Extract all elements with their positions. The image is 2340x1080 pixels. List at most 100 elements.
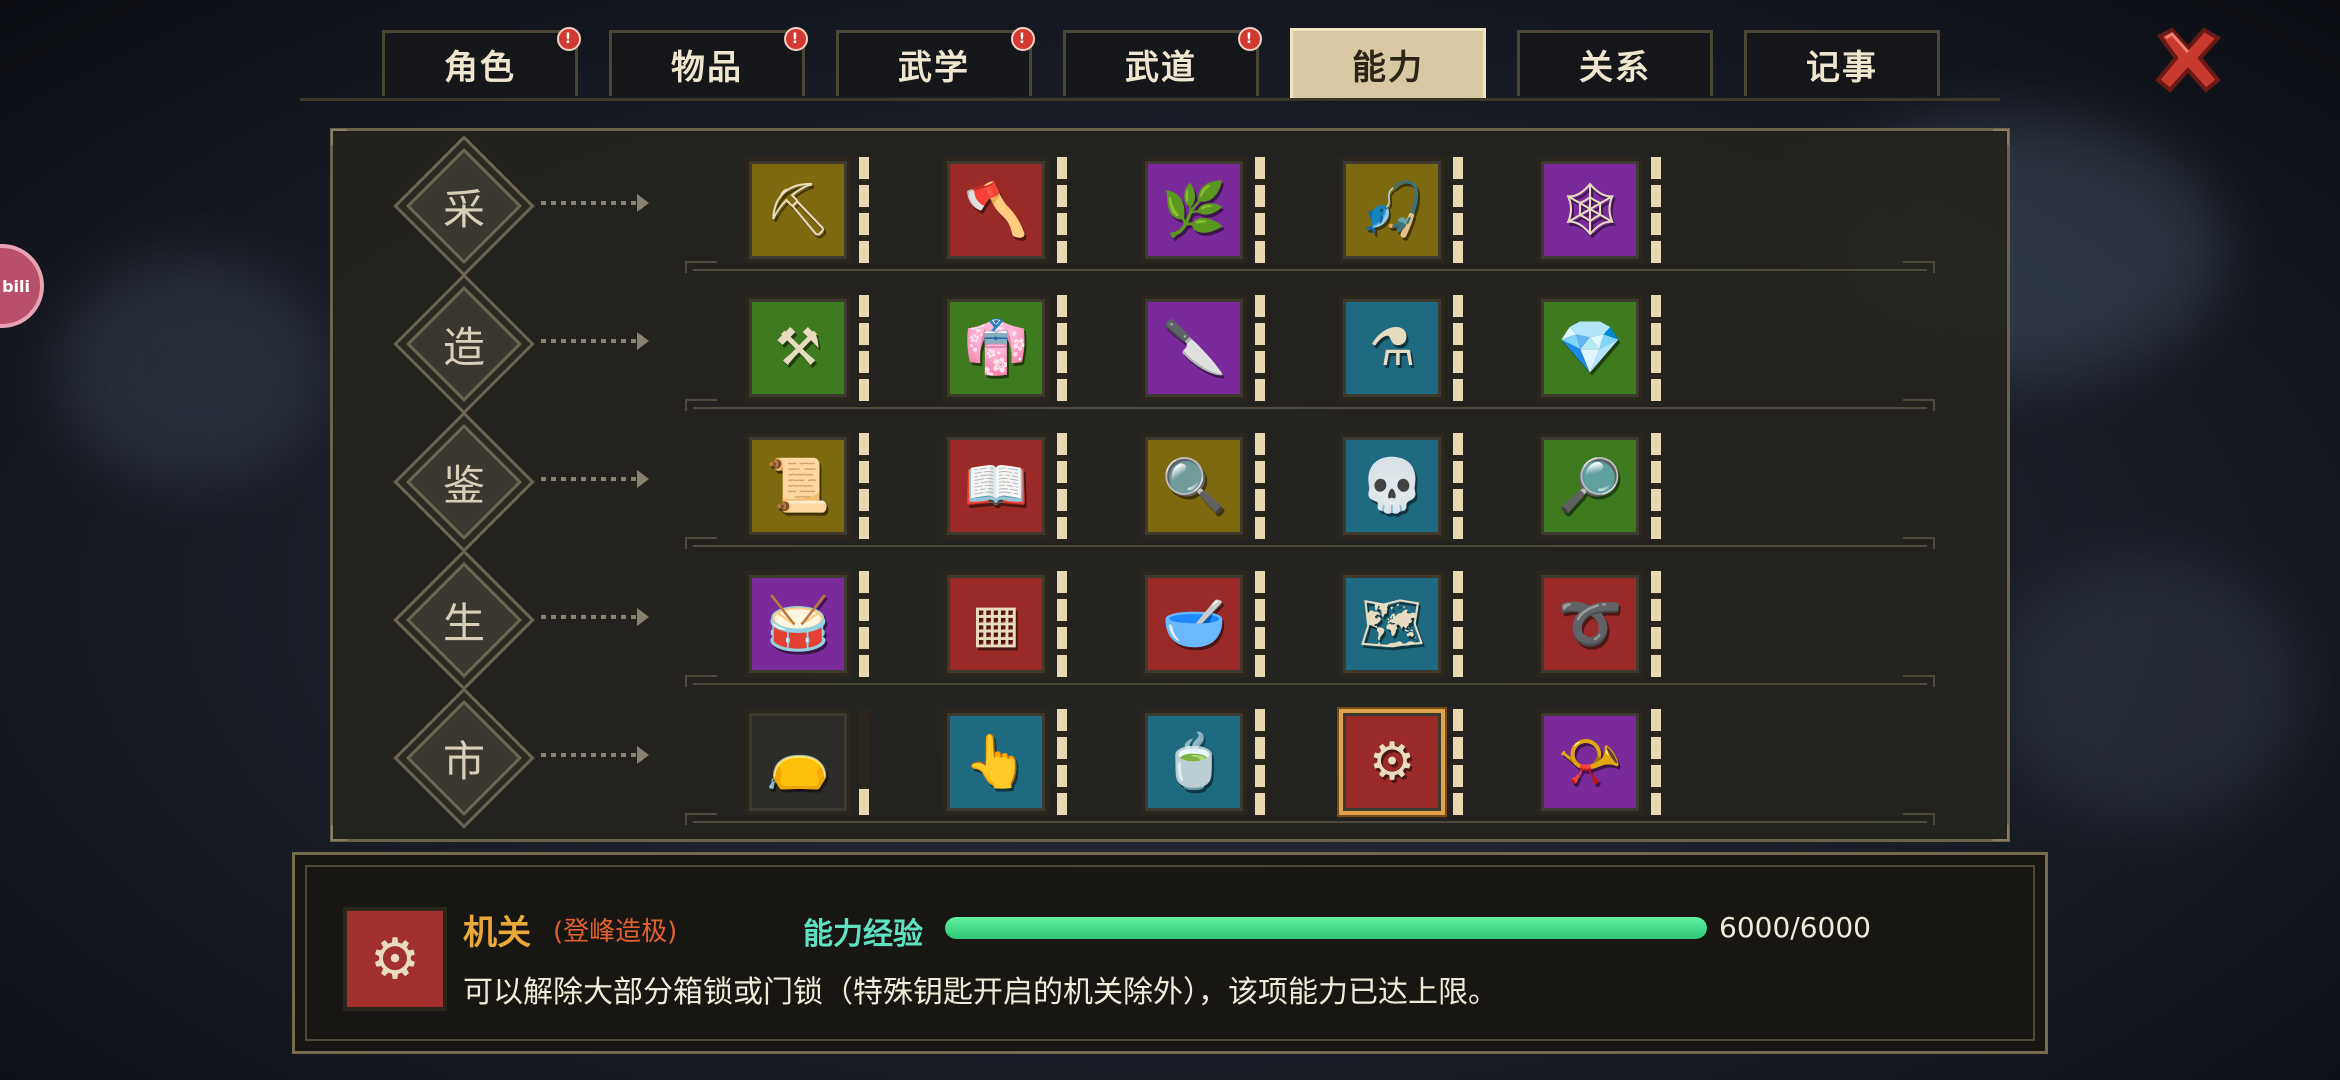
tab-0[interactable]: 角色! (382, 27, 581, 96)
ability-level-bar (1255, 157, 1265, 263)
armor-magnifier-icon: 🔍 (1141, 433, 1247, 539)
ability-slot[interactable]: 👝 (745, 709, 875, 819)
abilities-panel: 采 ⛏ 🪓 🌿 🎣 🕸 造 ⚒ 👘 🔪 ⚗ 💎 鉴 📜 📖 🔍 💀 🔎 生 🥁 ▦ 🥣 🗺 ➰ 市 👝 👆 🍵 ⚙ 📯 (330, 128, 2010, 842)
ability-level-bar (1651, 709, 1661, 815)
ability-slot[interactable]: 🕸 (1537, 157, 1667, 267)
row-line (693, 545, 1927, 547)
row-hook-r (1903, 399, 1935, 411)
alert-badge: ! (1011, 27, 1035, 51)
ability-slot[interactable]: 📯 (1537, 709, 1667, 819)
alert-badge: ! (557, 27, 581, 51)
bilibili-badge[interactable]: bili (0, 244, 44, 328)
net-icon: 🕸 (1537, 157, 1643, 263)
category-emblem: 鉴 (406, 424, 522, 540)
category-emblem: 市 (406, 700, 522, 816)
ability-level-bar (1453, 709, 1463, 815)
ability-slot[interactable]: ⚙ (1339, 709, 1469, 819)
ability-slot[interactable]: ➰ (1537, 571, 1667, 681)
ability-slot[interactable]: 🌿 (1141, 157, 1271, 267)
row-hook-l (685, 675, 717, 687)
row-line (693, 683, 1927, 685)
row-line (693, 821, 1927, 823)
row-arrow (637, 746, 649, 764)
tab-label: 武学 (898, 48, 970, 88)
tab-underline (300, 98, 2000, 101)
mechanism-gear-icon: ⚙ (1339, 709, 1445, 815)
poison-bowl-icon: 🍵 (1141, 709, 1247, 815)
row-dots (541, 339, 639, 343)
jewel-magnifier-icon: 🔎 (1537, 433, 1643, 539)
row-hook-r (1903, 675, 1935, 687)
ability-slot[interactable]: 👆 (943, 709, 1073, 819)
ability-level-bar (1255, 709, 1265, 815)
mechanism-gear-icon: ⚙ (343, 907, 447, 1011)
close-icon[interactable] (2150, 22, 2226, 98)
ability-level-bar (1453, 295, 1463, 401)
ability-detail-box: ⚙ 机关 (登峰造极) 能力经验 6000/6000 可以解除大部分箱锁或门锁（… (292, 852, 2048, 1054)
ability-level-bar (1651, 571, 1661, 677)
ability-row: 鉴 📜 📖 🔍 💀 🔎 (333, 411, 2007, 549)
category-label: 生 (442, 598, 485, 648)
chessboard-icon: ▦ (943, 571, 1049, 677)
ability-level-bar (1453, 571, 1463, 677)
ability-slot[interactable]: 📜 (745, 433, 875, 543)
ability-row: 采 ⛏ 🪓 🌿 🎣 🕸 (333, 135, 2007, 273)
ability-slot[interactable]: 💎 (1537, 295, 1667, 405)
tab-label: 武道 (1125, 48, 1197, 88)
row-arrow (637, 608, 649, 626)
ability-rank: (登峰造极) (553, 917, 678, 947)
ability-slot[interactable]: ⚗ (1339, 295, 1469, 405)
ability-level-bar (1651, 295, 1661, 401)
category-emblem: 造 (406, 286, 522, 402)
category-label: 市 (442, 736, 485, 786)
ability-row: 市 👝 👆 🍵 ⚙ 📯 (333, 687, 2007, 825)
tab-1[interactable]: 物品! (609, 27, 808, 96)
tab-2[interactable]: 武学! (836, 27, 1035, 96)
category-label: 鉴 (442, 460, 485, 510)
ability-slot[interactable]: 🔎 (1537, 433, 1667, 543)
drum-icon: 🥁 (745, 571, 851, 677)
exp-value: 6000/6000 (1719, 911, 1871, 944)
tab-6[interactable]: 记事 (1744, 30, 1940, 96)
ability-slot[interactable]: 🎣 (1339, 157, 1469, 267)
ability-slot[interactable]: 🍵 (1141, 709, 1271, 819)
ability-level-bar (859, 433, 869, 539)
row-hook-r (1903, 537, 1935, 549)
ability-slot[interactable]: ⚒ (745, 295, 875, 405)
category-emblem: 采 (406, 148, 522, 264)
category-emblem: 生 (406, 562, 522, 678)
ability-level-bar (1651, 433, 1661, 539)
ability-slot[interactable]: 🥣 (1141, 571, 1271, 681)
row-line (693, 269, 1927, 271)
book-magnifier-icon: 📖 (943, 433, 1049, 539)
tab-5[interactable]: 关系 (1517, 30, 1713, 96)
ability-slot[interactable]: 🪓 (943, 157, 1073, 267)
ability-slot[interactable]: 🔍 (1141, 433, 1271, 543)
ability-slot[interactable]: 📖 (943, 433, 1073, 543)
ability-slot[interactable]: 👘 (943, 295, 1073, 405)
tab-label: 角色 (444, 48, 516, 88)
ability-slot[interactable]: ▦ (943, 571, 1073, 681)
medicine-icon: ⚗ (1339, 295, 1445, 401)
ability-slot[interactable]: ⛏ (745, 157, 875, 267)
ability-slot[interactable]: 🗺 (1339, 571, 1469, 681)
ability-slot[interactable]: 🔪 (1141, 295, 1271, 405)
herb-basket-icon: 🌿 (1141, 157, 1247, 263)
ability-level-bar (1057, 709, 1067, 815)
horn-icon: 📯 (1537, 709, 1643, 815)
tab-4[interactable]: 能力 (1290, 28, 1486, 98)
ability-level-bar (1453, 433, 1463, 539)
category-label: 造 (442, 322, 485, 372)
row-hook-r (1903, 261, 1935, 273)
ability-name: 机关 (463, 913, 531, 953)
tab-3[interactable]: 武道! (1063, 27, 1262, 96)
row-hook-l (685, 537, 717, 549)
ability-slot[interactable]: 💀 (1339, 433, 1469, 543)
ability-level-bar (859, 571, 869, 677)
ability-level-bar (859, 157, 869, 263)
ability-level-bar (1255, 295, 1265, 401)
ability-description: 可以解除大部分箱锁或门锁（特殊钥匙开启的机关除外），该项能力已达上限。 (463, 975, 1498, 1010)
ability-slot[interactable]: 🥁 (745, 571, 875, 681)
tab-bar: 角色! 物品! 武学! 武道! 能力 关系 记事 (0, 0, 2340, 101)
ability-level-bar (859, 709, 869, 815)
